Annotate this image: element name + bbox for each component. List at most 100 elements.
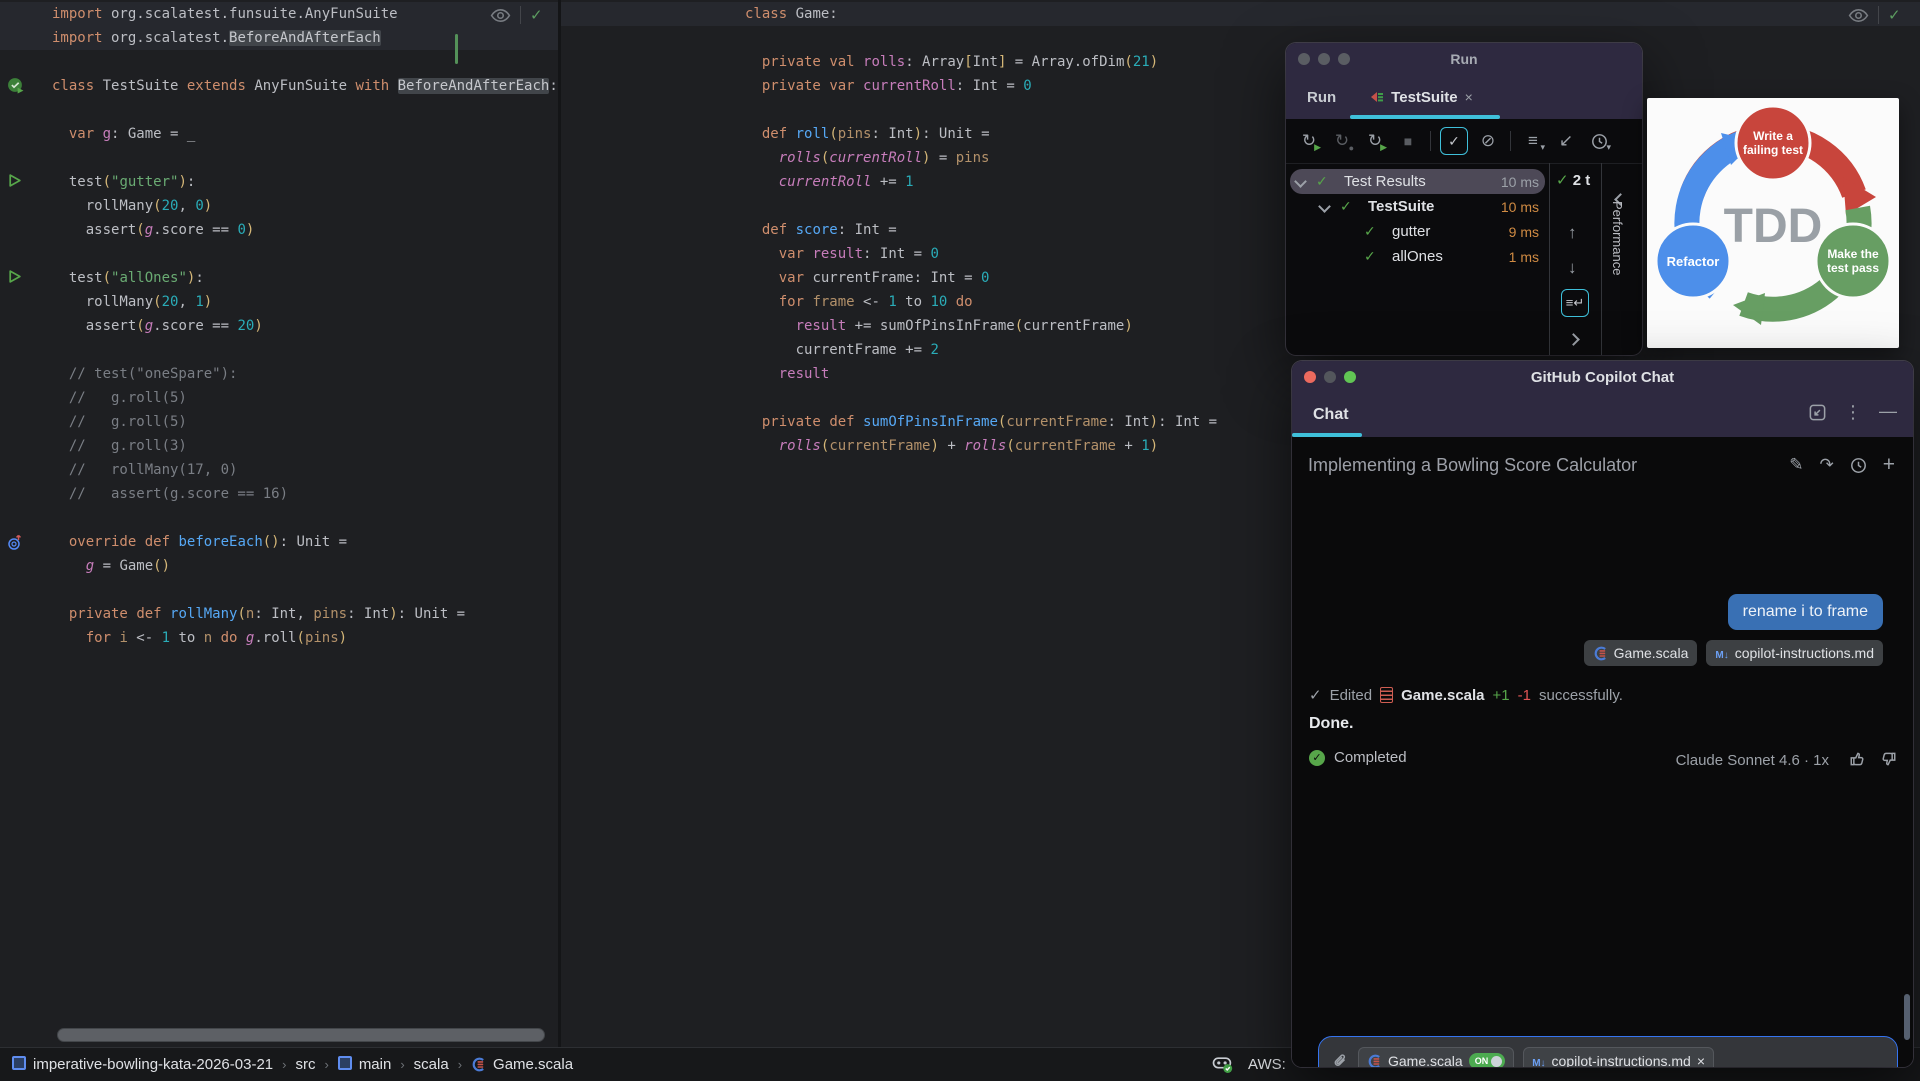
- undo-icon[interactable]: ↷: [1819, 455, 1833, 475]
- minimize-window-icon[interactable]: [1324, 371, 1336, 383]
- override-method-icon[interactable]: [7, 533, 27, 553]
- performance-tab-label[interactable]: Performance: [1610, 201, 1625, 275]
- edited-file-name[interactable]: Game.scala: [1401, 687, 1484, 704]
- inspection-widget[interactable]: ✓: [490, 6, 543, 24]
- tab-testsuite[interactable]: TestSuite ×: [1370, 89, 1473, 106]
- test-name[interactable]: gutter: [1392, 223, 1430, 240]
- chip-label: copilot-instructions.md: [1734, 645, 1874, 661]
- hide-window-icon[interactable]: —: [1879, 402, 1897, 422]
- chat-input-box[interactable]: Game.scalaONM↓copilot-instructions.md× t…: [1318, 1036, 1898, 1067]
- markdown-icon: M↓: [1715, 650, 1729, 661]
- soft-wrap-icon[interactable]: ≡↵: [1561, 289, 1589, 317]
- test-tree-row[interactable]: ✓ allOnes 1 ms: [1286, 244, 1549, 269]
- test-tree-row[interactable]: ✓ TestSuite 10 ms: [1286, 194, 1549, 219]
- aws-status-label[interactable]: AWS:: [1248, 1056, 1286, 1073]
- minimize-window-icon[interactable]: [1318, 53, 1330, 65]
- code-line: // g.roll(5): [52, 390, 187, 406]
- completed-status: ✓ Completed: [1309, 749, 1407, 766]
- expand-right-icon[interactable]: [1567, 331, 1580, 349]
- stop-icon[interactable]: ■: [1395, 128, 1421, 154]
- breadcrumb-item[interactable]: Game.scala: [471, 1056, 573, 1073]
- test-tree-row[interactable]: ✓ Test Results 10 ms: [1286, 169, 1549, 194]
- folder-icon: [337, 1055, 352, 1074]
- show-passed-icon[interactable]: ✓: [1440, 127, 1468, 155]
- test-duration: 1 ms: [1508, 248, 1539, 265]
- history-icon[interactable]: [1850, 457, 1867, 474]
- inspection-widget[interactable]: ✓: [1848, 6, 1901, 24]
- context-chip[interactable]: M↓ copilot-instructions.md ×: [1523, 1047, 1715, 1067]
- pen-icon[interactable]: ✎: [1789, 455, 1803, 475]
- context-chip[interactable]: Game.scala ON: [1358, 1047, 1515, 1067]
- close-window-icon[interactable]: [1298, 53, 1310, 65]
- eye-icon[interactable]: [490, 8, 511, 23]
- code-line: // g.roll(5): [52, 414, 187, 430]
- code-line: // rollMany(17, 0): [52, 462, 238, 478]
- folder-icon: [12, 1055, 26, 1074]
- eye-icon[interactable]: [1848, 8, 1869, 23]
- context-chip[interactable]: M↓ copilot-instructions.md: [1706, 640, 1883, 666]
- attach-icon[interactable]: [1332, 1053, 1349, 1068]
- tab-chat[interactable]: Chat: [1313, 406, 1349, 424]
- navigate-to-source-icon[interactable]: ↙: [1553, 128, 1579, 154]
- svg-text:Write a: Write a: [1753, 129, 1793, 143]
- zoom-window-icon[interactable]: [1344, 371, 1356, 383]
- svg-text:Make the: Make the: [1827, 247, 1879, 261]
- rerun-all-icon[interactable]: ↻ ▶: [1362, 128, 1388, 154]
- test-tree-row[interactable]: ✓ gutter 9 ms: [1286, 219, 1549, 244]
- breadcrumb-item[interactable]: main: [337, 1055, 391, 1074]
- code-line: import org.scalatest.BeforeAndAfterEach: [52, 30, 381, 46]
- code-line: currentRoll += 1: [745, 174, 914, 190]
- code-line: for i <- 1 to n do g.roll(pins): [85, 630, 348, 646]
- test-name[interactable]: Test Results: [1344, 173, 1426, 190]
- code-line: private def sumOfPinsInFrame(currentFram…: [761, 414, 1218, 430]
- chat-tab-bar: Chat ⋮ —: [1292, 393, 1913, 437]
- copilot-status-icon[interactable]: [1212, 1055, 1234, 1074]
- rerun-failed-icon[interactable]: ↻ ●: [1329, 128, 1355, 154]
- thumbs-up-icon[interactable]: [1849, 750, 1867, 768]
- test-name[interactable]: allOnes: [1392, 248, 1443, 265]
- breadcrumb-item[interactable]: imperative-bowling-kata-2026-03-21: [12, 1055, 273, 1074]
- run-window-titlebar[interactable]: Run: [1286, 43, 1642, 75]
- up-arrow-icon[interactable]: ↑: [1568, 223, 1577, 243]
- test-history-icon[interactable]: ▾: [1586, 128, 1612, 154]
- chat-window-titlebar[interactable]: GitHub Copilot Chat: [1292, 361, 1913, 393]
- code-line: override def beforeEach(): Unit =: [68, 534, 348, 550]
- sort-by-duration-icon[interactable]: ≡ ▾: [1520, 128, 1546, 154]
- no-problems-check-icon[interactable]: ✓: [1888, 6, 1901, 24]
- zoom-window-icon[interactable]: [1338, 53, 1350, 65]
- open-in-editor-icon[interactable]: [1808, 403, 1827, 422]
- tests-passed-summary: ✓ 2 t: [1556, 172, 1591, 189]
- run-all-tests-icon[interactable]: [7, 77, 27, 97]
- run-test-icon[interactable]: [7, 173, 27, 193]
- thumbs-down-icon[interactable]: [1879, 750, 1897, 768]
- divider: [520, 6, 521, 24]
- close-tab-icon[interactable]: ×: [1465, 89, 1473, 105]
- code-line: test("allOnes"):: [52, 270, 204, 286]
- breadcrumb-item[interactable]: scala: [414, 1056, 449, 1073]
- more-options-icon[interactable]: ⋮: [1844, 403, 1862, 422]
- show-ignored-icon[interactable]: ⊘: [1475, 128, 1501, 154]
- breadcrumb-separator: ›: [282, 1057, 287, 1072]
- chevron-down-icon[interactable]: [1318, 200, 1331, 213]
- breadcrumb-item[interactable]: src: [295, 1056, 315, 1073]
- scala-icon: [471, 1057, 486, 1072]
- test-name[interactable]: TestSuite: [1368, 198, 1434, 215]
- code-line: assert(g.score == 20): [52, 318, 263, 334]
- close-window-icon[interactable]: [1304, 371, 1316, 383]
- run-test-icon[interactable]: [7, 269, 27, 289]
- chip-label: Game.scala: [1388, 1053, 1463, 1067]
- context-chip[interactable]: Game.scala: [1583, 640, 1698, 666]
- down-arrow-icon[interactable]: ↓: [1568, 258, 1577, 278]
- context-on-toggle[interactable]: ON: [1468, 1053, 1506, 1067]
- run-toolbar: ↻ ▶ ↻ ● ↻ ▶ ■ ✓ ⊘ ≡ ▾ ↙ ▾: [1286, 119, 1642, 164]
- remove-chip-icon[interactable]: ×: [1697, 1053, 1705, 1067]
- no-problems-check-icon[interactable]: ✓: [530, 6, 543, 24]
- tab-run[interactable]: Run: [1307, 89, 1336, 106]
- horizontal-scrollbar[interactable]: [57, 1028, 545, 1042]
- rerun-icon[interactable]: ↻ ▶: [1296, 128, 1322, 154]
- code-line: import org.scalatest.funsuite.AnyFunSuit…: [52, 6, 398, 22]
- chat-scrollbar[interactable]: [1904, 994, 1910, 1040]
- editor-pane-testsuite[interactable]: import org.scalatest.funsuite.AnyFunSuit…: [0, 0, 558, 1047]
- model-usage-label: Claude Sonnet 4.6 · 1x: [1675, 752, 1829, 769]
- new-chat-icon[interactable]: +: [1883, 453, 1895, 477]
